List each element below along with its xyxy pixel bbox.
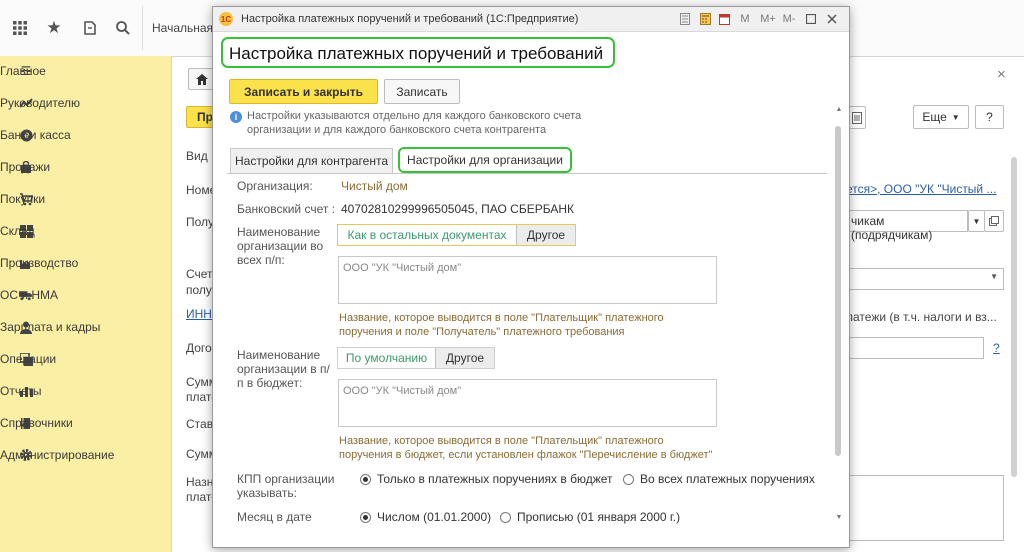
bg-label: Назн	[186, 475, 214, 489]
payer-link[interactable]: ется>, ООО "УК "Чистый ...	[846, 182, 996, 196]
scroll-up-icon[interactable]: ▲	[835, 106, 843, 113]
close-icon[interactable]: ×	[997, 66, 1006, 83]
dialog-titlebar: 1С Настройка платежных поручений и требо…	[213, 7, 849, 32]
scrollbar-thumb[interactable]	[835, 126, 841, 456]
sidebar-item-assets[interactable]: ОС и НМА	[0, 284, 171, 306]
info-icon: i	[230, 111, 242, 123]
open-icon[interactable]	[984, 210, 1004, 232]
radio-selected-icon	[360, 511, 371, 523]
calendar-icon[interactable]	[718, 11, 730, 27]
name-all-option-default[interactable]: Как в остальных документах	[338, 225, 516, 245]
kpp-option-budget[interactable]: Только в платежных поручениях в бюджет	[360, 472, 613, 486]
sidebar-item-salary[interactable]: Зарплата и кадры	[0, 316, 171, 338]
purpose-textarea[interactable]	[846, 475, 1004, 541]
memory-plus-button[interactable]: M+	[759, 11, 777, 27]
scroll-down-icon[interactable]: ▼	[835, 514, 843, 521]
name-all-label: Наименование организации во всех п/п:	[237, 225, 324, 267]
calc-icon[interactable]	[699, 11, 711, 27]
sidebar-item-admin[interactable]: Администрирование	[0, 444, 171, 466]
sidebar-item-bank[interactable]: ₽ Банк и касса	[0, 124, 171, 146]
sidebar: ☰ Главное Руководителю ₽ Банк и касса Прод…	[0, 56, 172, 552]
contract-input[interactable]	[846, 337, 984, 359]
history-icon[interactable]	[78, 16, 102, 40]
name-budget-option-default[interactable]: По умолчанию	[338, 348, 435, 368]
save-and-close-button[interactable]: Записать и закрыть	[229, 79, 378, 104]
save-button[interactable]: Записать	[384, 79, 460, 104]
search-icon[interactable]	[111, 16, 135, 40]
sidebar-item-production[interactable]: Производство	[0, 252, 171, 274]
name-budget-switch: По умолчанию Другое	[337, 347, 495, 369]
month-label: Месяц в дате	[237, 510, 312, 524]
chevron-down-icon: ▼	[951, 112, 960, 122]
kpp-option-all[interactable]: Во всех платежных поручениях	[623, 472, 815, 486]
name-all-textarea[interactable]: ООО "УК "Чистый дом"	[338, 256, 717, 304]
app-logo-icon: 1С	[219, 12, 233, 26]
bg-label: полу	[186, 283, 212, 297]
radio-unselected-icon	[623, 473, 634, 485]
bg-label: Вид	[186, 149, 208, 163]
bg-scrollbar[interactable]	[1011, 157, 1017, 477]
name-budget-label: Наименование организации в п/п в бюджет:	[237, 348, 330, 390]
org-label: Организация:	[237, 179, 313, 193]
name-all-option-other[interactable]: Другое	[516, 225, 575, 245]
info-text: Настройки указываются отдельно для каждо…	[247, 110, 582, 136]
account-select[interactable]: ▼	[846, 268, 1004, 290]
name-budget-textarea[interactable]: ООО "УК "Чистый дом"	[338, 379, 717, 427]
apps-grid-icon[interactable]	[8, 16, 32, 40]
account-value: 40702810299996505045, ПАО СБЕРБАНК	[341, 202, 574, 216]
month-option-words[interactable]: Прописью (01 января 2000 г.)	[500, 510, 680, 524]
tabs-divider	[227, 173, 827, 174]
name-all-hint: Название, которое выводится в поле "Плат…	[339, 312, 664, 338]
memory-button[interactable]: M	[739, 11, 751, 27]
window-title: Настройка платежных поручений и требован…	[241, 13, 579, 25]
sidebar-item-operations[interactable]: Операции	[0, 348, 171, 370]
payments-text: латежи (в т.ч. налоги и вз...	[846, 310, 997, 324]
question-link[interactable]: ?	[993, 341, 1000, 355]
org-value: Чистый дом	[341, 179, 408, 193]
link-icon[interactable]	[679, 11, 691, 27]
bg-label: Став	[186, 417, 214, 431]
select-dropdown-button[interactable]: ▼	[968, 210, 985, 232]
radio-selected-icon	[360, 473, 371, 485]
account-label: Банковский счет :	[237, 202, 336, 216]
kpp-label: КПП организации указывать:	[237, 472, 335, 500]
top-separator	[142, 6, 143, 50]
name-all-switch: Как в остальных документах Другое	[337, 224, 576, 246]
sidebar-item-reports[interactable]: Отчеты	[0, 380, 171, 402]
dialog-scrollbar[interactable]: ▲ ▼	[835, 106, 843, 526]
print-icon[interactable]	[848, 106, 866, 129]
bg-label: Дого	[186, 341, 212, 355]
close-icon[interactable]	[825, 11, 839, 27]
sidebar-item-catalogs[interactable]: Справочники	[0, 412, 171, 434]
name-budget-hint: Название, которое выводится в поле "Плат…	[339, 435, 713, 461]
bg-label: Полу	[186, 215, 215, 229]
sidebar-item-purchases[interactable]: Покупки	[0, 188, 171, 210]
operation-type-select[interactable]: чикам (подрядчикам)	[846, 210, 968, 242]
star-icon[interactable]: ★	[42, 16, 66, 40]
tab-home[interactable]: Начальная	[152, 21, 213, 35]
more-button[interactable]: Еще ▼	[913, 105, 969, 129]
name-budget-option-other[interactable]: Другое	[435, 348, 494, 368]
settings-dialog: 1С Настройка платежных поручений и требо…	[212, 6, 850, 548]
memory-minus-button[interactable]: M-	[781, 11, 797, 27]
bg-label: Счет	[186, 267, 213, 281]
sidebar-item-manager[interactable]: Руководителю	[0, 92, 171, 114]
chevron-down-icon: ▼	[990, 272, 998, 281]
radio-unselected-icon	[500, 511, 511, 523]
tab-counterparty-settings[interactable]: Настройки для контрагента	[230, 148, 393, 173]
sidebar-item-sales[interactable]: Продажи	[0, 156, 171, 178]
sidebar-item-main[interactable]: ☰ Главное	[0, 60, 171, 82]
inn-link[interactable]: ИНН	[186, 307, 212, 321]
month-option-number[interactable]: Числом (01.01.2000)	[360, 510, 491, 524]
tab-organization-settings[interactable]: Настройки для организации	[398, 147, 572, 173]
maximize-icon[interactable]	[805, 11, 817, 27]
sidebar-item-warehouse[interactable]: Склад	[0, 220, 171, 242]
page-title: Настройка платежных поручений и требован…	[221, 37, 615, 68]
help-button[interactable]: ?	[975, 105, 1004, 129]
